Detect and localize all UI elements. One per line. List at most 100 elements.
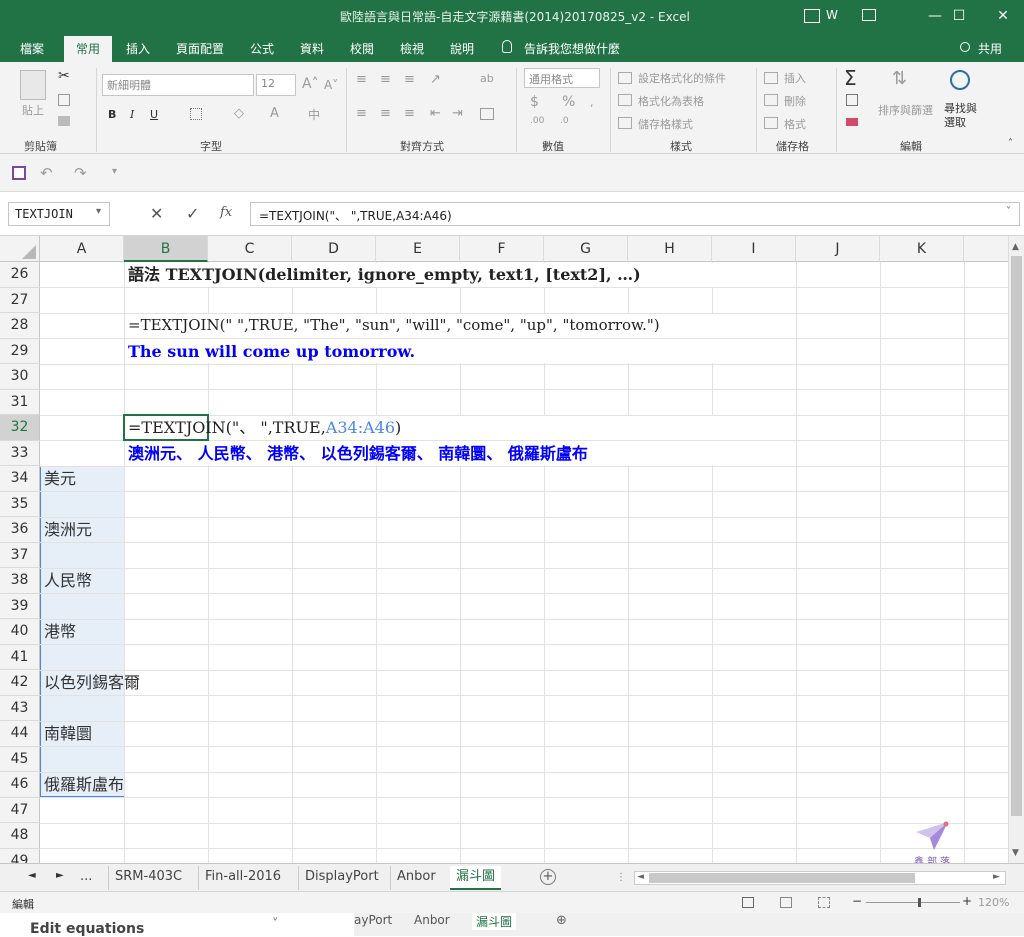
tab-split-icon[interactable]: ⋮ — [616, 872, 626, 883]
column-header-j[interactable]: J — [796, 236, 880, 262]
font-color-icon[interactable]: A — [270, 106, 279, 121]
row-header[interactable]: 46 — [0, 772, 40, 798]
cell-a46[interactable]: 俄羅斯盧布 — [44, 772, 124, 797]
horizontal-scroll-thumb[interactable] — [649, 873, 915, 883]
bold-button[interactable]: B — [108, 108, 116, 121]
middle-align-icon[interactable]: ≡ — [380, 72, 391, 87]
vertical-scrollbar[interactable]: ▲ ▼ — [1008, 236, 1024, 863]
column-header-a[interactable]: A — [40, 236, 124, 262]
zoom-slider[interactable] — [866, 898, 960, 907]
sheet-tab-fin-all-2016[interactable]: Fin-all-2016 — [198, 866, 287, 890]
tab-home[interactable]: 常用 — [64, 36, 113, 62]
row-header[interactable]: 47 — [0, 797, 40, 823]
column-header-k[interactable]: K — [880, 236, 964, 262]
save-icon[interactable] — [12, 166, 26, 180]
copy-icon[interactable] — [58, 94, 70, 106]
cell-b26[interactable]: 語法 TEXTJOIN(delimiter, ignore_empty, tex… — [128, 262, 641, 287]
conditional-formatting-button[interactable]: 設定格式化的條件 — [638, 70, 726, 86]
sheet-tab-srm403c[interactable]: SRM-403C — [108, 866, 188, 890]
cell-b29[interactable]: The sun will come up tomorrow. — [128, 339, 415, 364]
wrap-text-icon[interactable]: ab — [480, 72, 494, 85]
insert-cells-button[interactable]: 插入 — [784, 70, 806, 86]
tab-view[interactable]: 檢視 — [400, 40, 424, 57]
undo-icon[interactable]: ↶ — [40, 164, 53, 182]
scroll-up-arrow-icon[interactable]: ▲ — [1012, 242, 1019, 252]
borders-icon[interactable] — [190, 108, 202, 120]
column-header-b[interactable]: B — [124, 236, 208, 262]
paste-button[interactable]: 貼上 — [22, 102, 44, 118]
bottom-align-icon[interactable]: ≡ — [404, 72, 415, 87]
number-format-select[interactable]: 通用格式 — [524, 68, 600, 88]
row-header[interactable]: 41 — [0, 644, 40, 670]
zoom-out-icon[interactable]: − — [852, 894, 862, 908]
fill-icon[interactable] — [846, 94, 858, 106]
scroll-right-arrow-icon[interactable]: ► — [993, 872, 1000, 882]
page-layout-view-icon[interactable] — [780, 897, 792, 908]
cell-b28[interactable]: =TEXTJOIN(" ",TRUE, "The", "sun", "will"… — [128, 313, 660, 338]
worksheet-grid[interactable]: 26 27 28 29 30 31 32 33 34 35 36 37 38 3… — [0, 262, 1008, 863]
tab-page-layout[interactable]: 頁面配置 — [176, 40, 224, 57]
chevron-down-icon[interactable]: ˅ — [272, 917, 279, 932]
cell-a44[interactable]: 南韓圜 — [44, 721, 92, 746]
row-header[interactable]: 40 — [0, 619, 40, 645]
column-header-f[interactable]: F — [460, 236, 544, 262]
cell-a42[interactable]: 以色列錫客爾 — [44, 670, 140, 695]
increase-indent-icon[interactable]: ⇥ — [452, 106, 463, 121]
collapse-ribbon-icon[interactable]: ˄ — [1008, 138, 1013, 149]
cell-b32[interactable]: =TEXTJOIN("、 ",TRUE,A34:A46) — [128, 415, 401, 440]
column-header-h[interactable]: H — [628, 236, 712, 262]
tab-file[interactable]: 檔案 — [20, 40, 44, 57]
customize-qat-icon[interactable]: ▾ — [112, 166, 117, 177]
insert-function-button[interactable]: fx — [220, 205, 232, 220]
cell-a38[interactable]: 人民幣 — [44, 568, 92, 593]
sheet-tab-displayport[interactable]: DisplayPort — [298, 866, 385, 890]
zoom-slider-thumb[interactable] — [918, 898, 921, 907]
column-header-g[interactable]: G — [544, 236, 628, 262]
scroll-down-arrow-icon[interactable]: ▼ — [1012, 848, 1019, 858]
cell-a34[interactable]: 美元 — [44, 466, 76, 491]
percent-button[interactable]: % — [562, 94, 575, 110]
ribbon-display-icon[interactable] — [804, 9, 820, 23]
find-select-button[interactable]: 尋找與選取 — [944, 102, 980, 130]
row-header[interactable]: 37 — [0, 542, 40, 568]
comma-style-icon[interactable]: , — [590, 96, 594, 109]
new-sheet-button[interactable]: + — [540, 869, 556, 885]
increase-font-icon[interactable]: A˄ — [302, 76, 319, 92]
decrease-indent-icon[interactable]: ⇤ — [430, 106, 441, 121]
share-button[interactable]: 共用 — [978, 40, 1002, 57]
page-break-view-icon[interactable] — [818, 897, 830, 908]
tell-me-search[interactable]: 告訴我您想做什麼 — [524, 40, 620, 57]
tab-help[interactable]: 說明 — [450, 40, 474, 57]
cell-a36[interactable]: 澳洲元 — [44, 517, 92, 542]
tab-data[interactable]: 資料 — [300, 40, 324, 57]
align-center-icon[interactable]: ≡ — [380, 106, 391, 121]
row-header[interactable]: 31 — [0, 389, 40, 415]
top-align-icon[interactable]: ≡ — [356, 72, 367, 87]
increase-decimal-icon[interactable]: .00 — [530, 116, 544, 126]
tab-formulas[interactable]: 公式 — [250, 40, 274, 57]
autosum-icon[interactable]: Σ — [844, 66, 857, 90]
find-select-icon[interactable] — [950, 70, 970, 90]
clear-icon[interactable] — [846, 118, 858, 126]
cell-b33[interactable]: 澳洲元、 人民幣、 港幣、 以色列錫客爾、 南韓圜、 俄羅斯盧布 — [128, 441, 588, 466]
enter-formula-button[interactable]: ✓ — [186, 204, 199, 223]
row-header[interactable]: 45 — [0, 746, 40, 772]
scroll-thumb[interactable] — [1011, 256, 1022, 816]
row-header[interactable]: 27 — [0, 287, 40, 313]
format-painter-icon[interactable] — [58, 116, 70, 126]
decrease-font-icon[interactable]: A˅ — [324, 78, 338, 92]
font-name-select[interactable]: 新細明體 — [102, 74, 254, 96]
column-header-d[interactable]: D — [292, 236, 376, 262]
paste-icon[interactable] — [20, 70, 46, 100]
sheet-tab-more[interactable]: ... — [74, 866, 98, 890]
row-header[interactable]: 30 — [0, 364, 40, 390]
restore-button[interactable]: ☐ — [936, 0, 982, 32]
horizontal-scrollbar[interactable]: ◄ ► — [634, 871, 1006, 885]
row-header[interactable]: 36 — [0, 517, 40, 543]
sort-filter-icon[interactable]: ⇅ — [892, 68, 907, 89]
formula-input[interactable]: =TEXTJOIN("、 ",TRUE,A34:A46) — [250, 202, 1020, 226]
merge-center-icon[interactable] — [480, 108, 494, 120]
format-as-table-button[interactable]: 格式化為表格 — [638, 93, 704, 109]
column-header-i[interactable]: I — [712, 236, 796, 262]
cell-styles-button[interactable]: 儲存格樣式 — [638, 116, 693, 132]
